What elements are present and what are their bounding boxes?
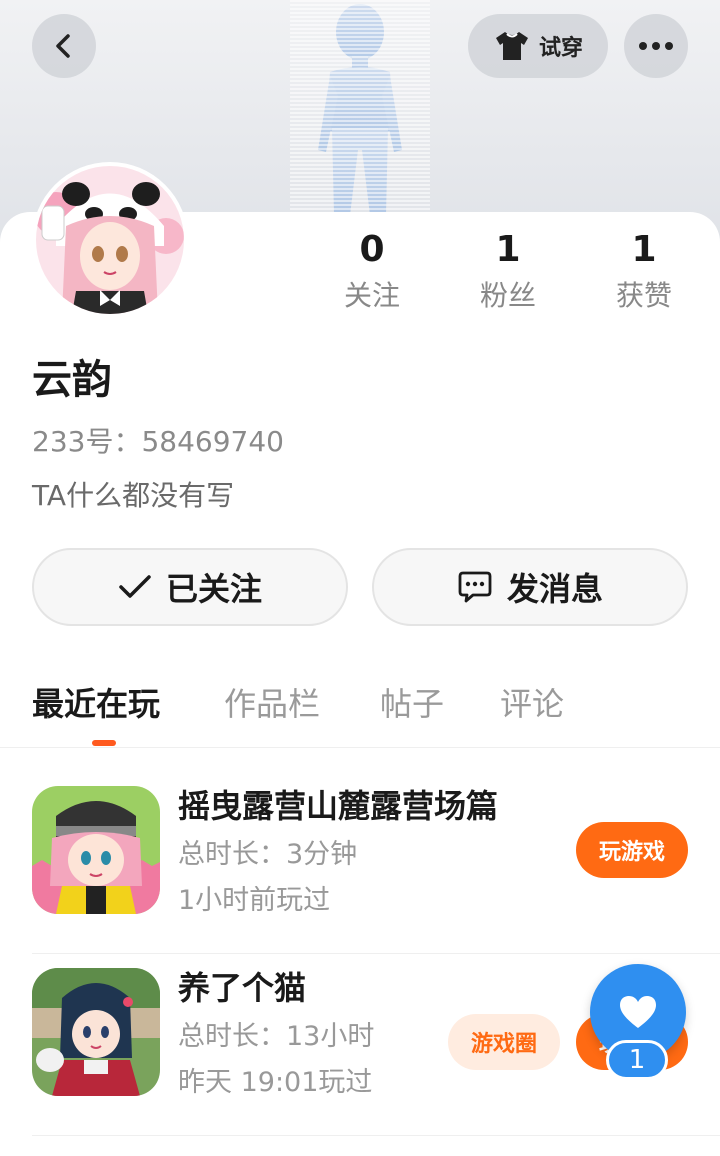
try-on-button[interactable]: 试穿 — [468, 14, 608, 78]
tab-recently-played[interactable]: 最近在玩 — [32, 682, 160, 726]
stat-followers-count: 1 — [495, 229, 521, 270]
stat-followers-label: 粉丝 — [479, 279, 536, 312]
user-id: 233号：58469740 — [32, 425, 284, 458]
chevron-left-icon — [56, 34, 70, 58]
more-horizontal-icon — [639, 42, 673, 50]
game-last-played: 昨天 19:01玩过 — [178, 1067, 373, 1098]
game-title: 摇曳露营山麓露营场篇 — [178, 787, 499, 825]
send-message-label: 发消息 — [506, 570, 603, 608]
check-icon — [119, 575, 151, 598]
game-title: 养了个猫 — [178, 969, 307, 1007]
back-button[interactable] — [32, 14, 96, 78]
followed-label: 已关注 — [165, 570, 262, 608]
stat-following[interactable]: 0 关注 — [312, 228, 432, 318]
play-game-button[interactable]: 玩游戏 — [576, 822, 688, 878]
game-cover-image — [32, 786, 160, 914]
tab-works[interactable]: 作品栏 — [224, 682, 320, 726]
tab-comments[interactable]: 评论 — [500, 682, 564, 726]
active-tab-indicator — [92, 740, 116, 746]
game-total-duration: 总时长：3分钟 — [178, 839, 358, 870]
tab-posts[interactable]: 帖子 — [380, 682, 444, 726]
heart-icon — [620, 996, 656, 1028]
stat-followers[interactable]: 1 粉丝 — [448, 228, 568, 318]
more-button[interactable] — [624, 14, 688, 78]
tshirt-icon — [495, 32, 528, 60]
try-on-label: 试穿 — [538, 36, 583, 61]
stat-likes[interactable]: 1 获赞 — [584, 228, 704, 318]
stat-following-label: 关注 — [343, 279, 400, 312]
game-cover-image — [32, 968, 160, 1096]
3d-avatar-figure — [290, 0, 430, 230]
game-list-item[interactable]: 摇曳露营山麓露营场篇 总时长：3分钟 1小时前玩过 玩游戏 — [32, 764, 720, 954]
user-bio: TA什么都没有写 — [32, 479, 235, 512]
profile-stats: 0 关注 1 粉丝 1 获赞 — [0, 228, 720, 318]
profile-tabs: 最近在玩 作品栏 帖子 评论 — [0, 676, 720, 748]
game-last-played: 1小时前玩过 — [178, 885, 331, 916]
chat-bubble-icon — [458, 571, 492, 603]
send-message-button[interactable]: 发消息 — [372, 548, 688, 626]
game-icon[interactable] — [32, 786, 160, 914]
like-count-badge: 1 — [606, 1040, 668, 1080]
game-total-duration: 总时长：13小时 — [178, 1021, 375, 1052]
followed-button[interactable]: 已关注 — [32, 548, 348, 626]
game-icon[interactable] — [32, 968, 160, 1096]
stat-likes-label: 获赞 — [615, 279, 672, 312]
username: 云韵 — [32, 357, 112, 403]
stat-likes-count: 1 — [631, 229, 657, 270]
stat-following-count: 0 — [359, 229, 385, 270]
game-circle-button[interactable]: 游戏圈 — [448, 1014, 560, 1070]
